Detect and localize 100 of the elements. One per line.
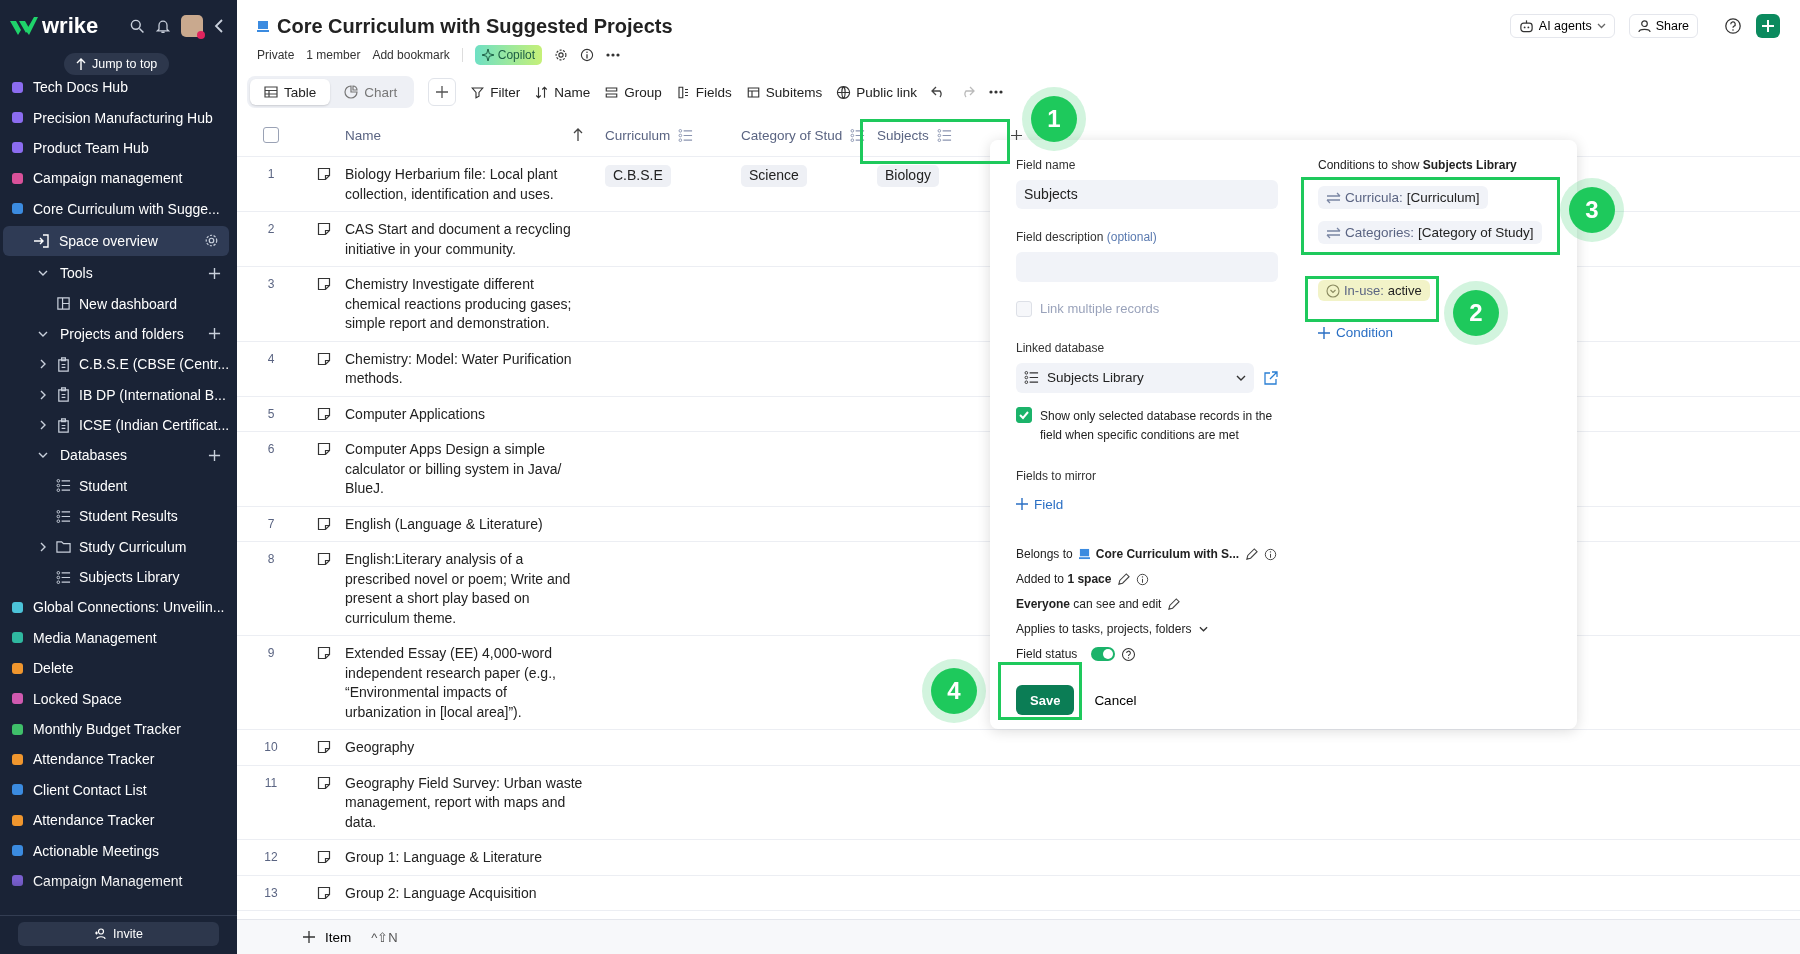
- task-name[interactable]: English:Literary analysis of a prescribed novel or poem; Write and present a short play based on curriculum theme.: [345, 550, 585, 628]
- section-header[interactable]: Databases: [0, 440, 237, 471]
- tree-item[interactable]: C.B.S.E (CBSE (Centr...: [0, 349, 237, 380]
- meta-link[interactable]: Private: [257, 48, 295, 62]
- jump-to-top-button[interactable]: Jump to top: [64, 53, 170, 75]
- checkbox[interactable]: [1016, 406, 1032, 423]
- toolbar-button[interactable]: Subitems: [745, 84, 823, 100]
- database-dropdown[interactable]: Subjects Library: [1016, 362, 1254, 393]
- more-icon[interactable]: [606, 53, 621, 57]
- task-name[interactable]: CAS Start and document a recycling initiative in your community.: [345, 220, 585, 259]
- save-button[interactable]: Save: [1016, 685, 1075, 715]
- copilot-badge[interactable]: Copilot: [474, 45, 543, 65]
- task-name[interactable]: Group 2: Language Acquisition: [345, 883, 585, 903]
- settings-icon[interactable]: [204, 233, 219, 249]
- tree-item[interactable]: ICSE (Indian Certificat...: [0, 409, 237, 441]
- sort-arrow-icon[interactable]: [573, 128, 583, 142]
- help-icon[interactable]: [1121, 646, 1137, 662]
- space-item[interactable]: Delete: [0, 653, 237, 684]
- add-column-icon[interactable]: [1011, 129, 1022, 141]
- space-item[interactable]: Campaign management: [0, 163, 237, 194]
- toolbar-button[interactable]: Filter: [470, 84, 521, 100]
- condition-chip[interactable]: Categories: [Category of Study]: [1318, 221, 1542, 244]
- task-name[interactable]: Extended Essay (EE) 4,000-word independent research paper (e.g., “Environmental impacts of urbanization in [local area]”).: [345, 644, 585, 722]
- applies-to-dropdown[interactable]: Applies to tasks, projects, folders: [1016, 622, 1209, 637]
- add-item-button[interactable]: Item: [297, 928, 358, 946]
- toolbar-button[interactable]: Public link: [836, 84, 917, 100]
- tree-item[interactable]: Student: [0, 470, 237, 502]
- task-name[interactable]: Biology Herbarium file: Local plant collection, identification and uses.: [345, 165, 585, 204]
- view-tab[interactable]: Table: [250, 79, 331, 105]
- space-item[interactable]: Tech Docs Hub: [0, 72, 237, 103]
- toolbar-button[interactable]: Group: [604, 84, 662, 100]
- field-name-input[interactable]: Subjects: [1016, 180, 1278, 209]
- space-item[interactable]: Media Management: [0, 622, 237, 654]
- condition-chip[interactable]: Curricula: [Curriculum]: [1318, 186, 1488, 209]
- section-header[interactable]: Projects and folders: [0, 318, 237, 350]
- more-icon[interactable]: [988, 90, 1003, 94]
- info-icon[interactable]: [1264, 547, 1278, 561]
- external-link-icon[interactable]: [1264, 370, 1278, 385]
- avatar[interactable]: [181, 15, 203, 37]
- task-name[interactable]: Chemistry: Model: Water Purification methods.: [345, 349, 585, 389]
- space-item[interactable]: Monthly Budget Tracker: [0, 713, 237, 745]
- space-item[interactable]: Client Contact List: [0, 774, 237, 805]
- space-item[interactable]: Product Team Hub: [0, 132, 237, 164]
- column-header[interactable]: Name: [345, 127, 381, 143]
- tree-item[interactable]: IB DP (International B...: [0, 379, 237, 410]
- in-use-chip[interactable]: In-use: active: [1318, 280, 1430, 301]
- collapse-icon[interactable]: [213, 18, 225, 34]
- plus-icon[interactable]: [208, 449, 221, 462]
- tree-item[interactable]: Student Results: [0, 501, 237, 532]
- add-button[interactable]: [1756, 14, 1780, 38]
- section-header[interactable]: Tools: [0, 257, 237, 289]
- add-condition-link[interactable]: Condition: [1318, 325, 1394, 340]
- field-status-toggle[interactable]: [1091, 647, 1116, 662]
- space-overview-item[interactable]: Space overview: [3, 225, 229, 256]
- task-name[interactable]: Computer Apps Design a simple calculator or billing system in Java/ BlueJ.: [345, 440, 585, 499]
- space-item[interactable]: Locked Space: [0, 683, 237, 714]
- space-item[interactable]: Attendance Tracker: [0, 805, 237, 836]
- column-header[interactable]: Category of Stud: [741, 127, 843, 143]
- share-button[interactable]: Share: [1628, 14, 1698, 38]
- column-header[interactable]: Subjects: [877, 127, 929, 143]
- toolbar-button[interactable]: Name: [534, 84, 591, 100]
- info-icon[interactable]: [580, 48, 595, 62]
- plus-icon[interactable]: [208, 327, 221, 341]
- info-icon[interactable]: [1136, 572, 1150, 586]
- row-number: 10: [264, 739, 278, 756]
- tree-item[interactable]: Study Curriculum: [0, 531, 237, 562]
- tree-item[interactable]: Subjects Library: [0, 561, 237, 593]
- task-name[interactable]: English (Language & Literature): [345, 514, 585, 534]
- space-name[interactable]: Core Curriculum with S...: [1095, 547, 1240, 562]
- add-view-button[interactable]: [428, 78, 457, 106]
- add-field-link[interactable]: Field: [1016, 496, 1278, 512]
- toolbar-button[interactable]: Fields: [675, 84, 732, 100]
- meta-link[interactable]: 1 member: [306, 48, 361, 62]
- meta-link[interactable]: Add bookmark: [372, 48, 450, 62]
- task-name[interactable]: Geography Field Survey: Urban waste management, report with maps and data.: [345, 773, 585, 832]
- search-icon[interactable]: [129, 18, 145, 34]
- tree-item[interactable]: New dashboard: [0, 288, 237, 319]
- space-item[interactable]: Campaign Management: [0, 865, 237, 897]
- ai-agents-button[interactable]: AI agents: [1509, 14, 1615, 38]
- select-all-checkbox[interactable]: [263, 127, 279, 143]
- cancel-button[interactable]: Cancel: [1088, 691, 1143, 709]
- help-icon[interactable]: [1724, 17, 1742, 35]
- invite-button[interactable]: Invite: [18, 922, 219, 946]
- bell-icon[interactable]: [155, 18, 171, 34]
- task-name[interactable]: Group 1: Language & Literature: [345, 848, 585, 868]
- plus-icon[interactable]: [208, 266, 221, 280]
- view-tab[interactable]: Chart: [330, 79, 412, 105]
- space-item[interactable]: Global Connections: Unveilin...: [0, 592, 237, 623]
- column-header[interactable]: Curriculum: [605, 127, 671, 143]
- space-item[interactable]: Core Curriculum with Sugge...: [0, 193, 237, 224]
- task-name[interactable]: Computer Applications: [345, 404, 585, 424]
- settings-icon[interactable]: [554, 48, 569, 62]
- task-name[interactable]: Geography: [345, 738, 585, 758]
- space-item[interactable]: Actionable Meetings: [0, 835, 237, 866]
- task-name[interactable]: Chemistry Investigate different chemical reactions producing gases; simple report and demonstration.: [345, 275, 585, 334]
- pencil-icon[interactable]: [1245, 547, 1259, 561]
- space-item[interactable]: Attendance Tracker: [0, 744, 237, 775]
- pencil-icon[interactable]: [1117, 572, 1131, 586]
- space-item[interactable]: Precision Manufacturing Hub: [0, 102, 237, 133]
- pencil-icon[interactable]: [1167, 597, 1181, 611]
